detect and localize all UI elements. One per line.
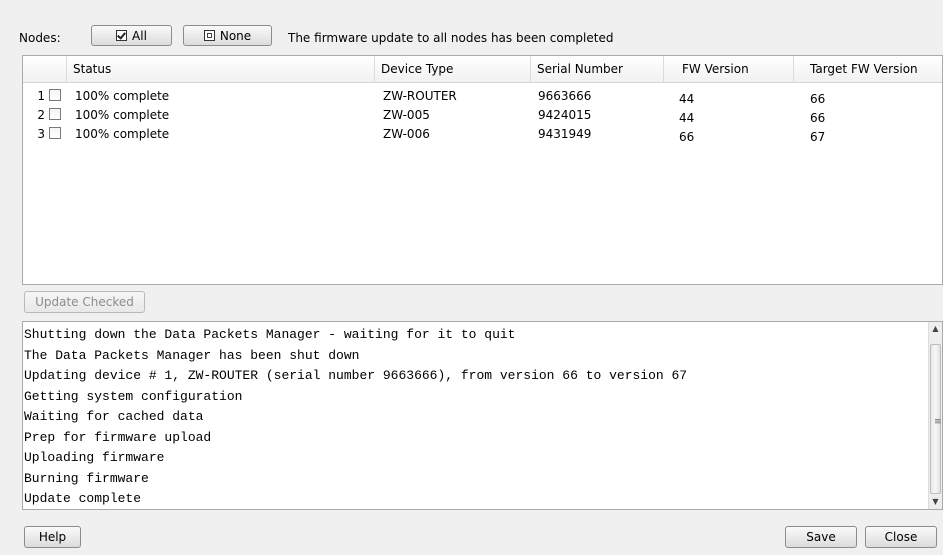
log-output[interactable]: Shutting down the Data Packets Manager -…	[22, 321, 943, 510]
fw-version-cell: 44	[679, 92, 695, 106]
status-cell: 100% complete	[75, 89, 170, 103]
nodes-label: Nodes:	[19, 31, 61, 45]
device-type-cell: ZW-005	[383, 108, 430, 122]
checked-box-icon	[116, 30, 128, 41]
row-number: 2	[37, 108, 45, 122]
status-cell: 100% complete	[75, 108, 170, 122]
serial-number-cell: 9663666	[538, 89, 592, 103]
row-checkbox[interactable]	[49, 89, 61, 101]
log-line: Updating device # 1, ZW-ROUTER (serial n…	[24, 368, 688, 383]
log-scrollbar[interactable]: ▲ ≡ ▼	[928, 322, 942, 509]
column-header-fw-version[interactable]: FW Version	[664, 56, 794, 82]
select-none-label: None	[219, 28, 252, 43]
column-header-device-type[interactable]: Device Type	[375, 56, 531, 82]
header-spacer	[23, 56, 67, 82]
status-cell: 100% complete	[75, 127, 170, 141]
log-lines: Shutting down the Data Packets Manager -…	[24, 325, 688, 509]
table-row[interactable]: 3 100% complete ZW-006 9431949 66 67	[23, 125, 942, 144]
log-line: Update complete	[24, 491, 142, 506]
help-button[interactable]: Help	[24, 526, 81, 548]
device-type-cell: ZW-ROUTER	[383, 89, 457, 103]
log-line: Prep for firmware upload	[24, 429, 212, 445]
column-header-status[interactable]: Status	[67, 56, 375, 82]
arrow-up-icon[interactable]: ▲	[929, 322, 942, 336]
target-fw-version-cell: 66	[810, 111, 826, 125]
select-none-button[interactable]: None	[183, 25, 272, 46]
table-header: Status Device Type Serial Number FW Vers…	[23, 56, 942, 83]
scrollbar-thumb[interactable]: ≡	[930, 344, 942, 494]
row-number: 1	[37, 89, 45, 103]
column-header-serial-number[interactable]: Serial Number	[531, 56, 664, 82]
log-line: Shutting down the Data Packets Manager -…	[24, 327, 516, 342]
row-checkbox[interactable]	[49, 108, 61, 120]
save-button[interactable]: Save	[785, 526, 857, 548]
log-line: The Data Packets Manager has been shut d…	[24, 347, 360, 363]
log-line: Burning firmware	[24, 470, 149, 486]
target-fw-version-cell: 66	[810, 92, 826, 106]
table-row[interactable]: 1 100% complete ZW-ROUTER 9663666 44 66	[23, 87, 942, 106]
nodes-table: Status Device Type Serial Number FW Vers…	[22, 55, 943, 285]
grip-icon: ≡	[934, 417, 942, 427]
fw-version-cell: 66	[679, 130, 695, 144]
update-status-message: The firmware update to all nodes has bee…	[288, 31, 614, 45]
top-strip	[0, 0, 943, 8]
select-all-button[interactable]: All	[91, 25, 172, 46]
log-line: Waiting for cached data	[24, 409, 204, 424]
empty-box-icon	[203, 30, 215, 41]
update-checked-button[interactable]: Update Checked	[24, 291, 145, 313]
serial-number-cell: 9424015	[538, 108, 592, 122]
log-line: Uploading firmware	[24, 450, 165, 465]
fw-version-cell: 44	[679, 111, 695, 125]
close-button[interactable]: Close	[865, 526, 937, 548]
target-fw-version-cell: 67	[810, 130, 826, 144]
device-type-cell: ZW-006	[383, 127, 430, 141]
select-all-label: All	[132, 28, 147, 43]
row-checkbox[interactable]	[49, 127, 61, 139]
row-number: 3	[37, 127, 45, 141]
serial-number-cell: 9431949	[538, 127, 592, 141]
table-row[interactable]: 2 100% complete ZW-005 9424015 44 66	[23, 106, 942, 125]
log-line: Getting system configuration	[24, 388, 243, 404]
arrow-down-icon[interactable]: ▼	[929, 495, 942, 509]
column-header-target-fw-version[interactable]: Target FW Version	[794, 56, 942, 82]
